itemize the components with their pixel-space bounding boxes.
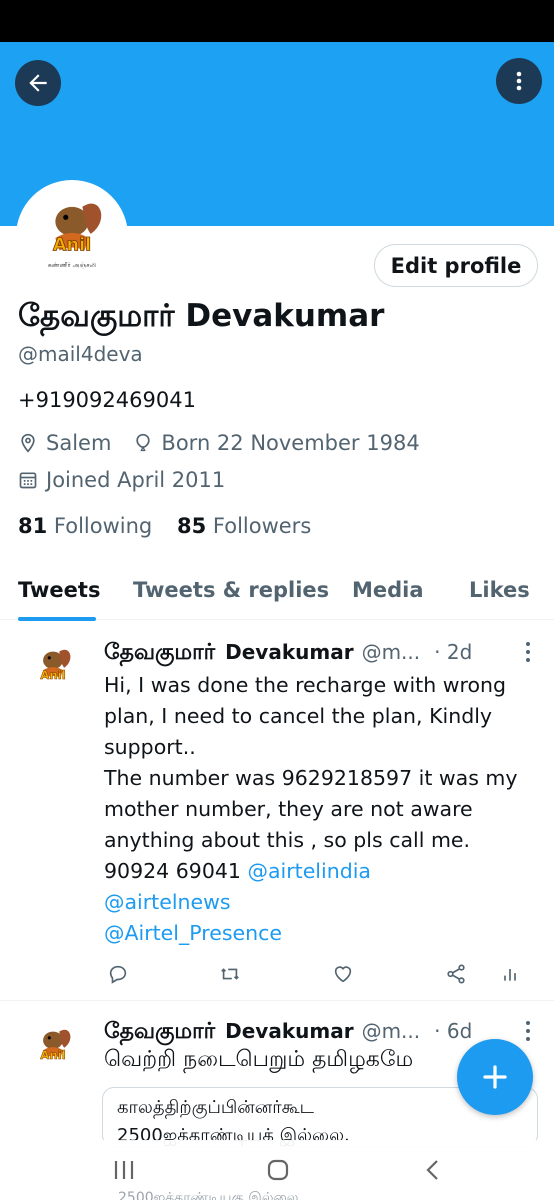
retweet-button[interactable] (216, 960, 244, 988)
tweet-actions (104, 960, 524, 990)
profile-joined-date: Joined April 2011 (46, 468, 226, 492)
tab-tweets[interactable]: Tweets (18, 578, 100, 602)
share-button[interactable] (442, 960, 470, 988)
reply-icon (109, 965, 127, 984)
tweet-avatar[interactable]: Anil (20, 636, 86, 702)
profile-handle: @mail4deva (18, 342, 143, 366)
mention-link[interactable]: @Airtel_Presence (104, 921, 282, 945)
mention-link[interactable]: @airtelnews (104, 890, 231, 914)
tweet-more-button[interactable] (522, 642, 534, 662)
tweet-author-handle: @m... (361, 1019, 421, 1043)
tweet-timestamp: · 2d (434, 640, 473, 664)
edit-profile-button[interactable]: Edit profile (374, 244, 538, 287)
status-bar (0, 0, 554, 42)
retweet-icon (221, 968, 239, 980)
profile-tabs: Tweets Tweets & replies Media Likes (0, 566, 554, 621)
tweet-author-name[interactable]: Devakumar (225, 640, 353, 664)
tab-media[interactable]: Media (352, 578, 424, 602)
following-label: Following (53, 514, 153, 538)
analytics-icon (504, 969, 516, 981)
follow-stats: 81 Following 85 Followers (18, 514, 311, 538)
obscured-text: 2500ஜக்காண்டியகு இல்லை. (118, 1190, 303, 1200)
tweet-author-name-tamil[interactable]: தேவகுமார் (104, 1019, 215, 1047)
compose-tweet-button[interactable] (457, 1039, 533, 1115)
svg-text:Anil: Anil (40, 1048, 66, 1062)
plus-icon (483, 1065, 507, 1089)
system-back-button[interactable] (417, 1154, 449, 1186)
tweet-timestamp: · 6d (434, 1019, 473, 1043)
more-vertical-icon (516, 71, 522, 91)
tweet-more-button[interactable] (522, 1021, 534, 1041)
tweet-author-handle: @m... (361, 640, 421, 664)
recent-apps-icon (114, 1161, 134, 1179)
chevron-left-icon (426, 1160, 438, 1180)
svg-text:Anil: Anil (40, 668, 66, 682)
tweet-author-name[interactable]: Devakumar (225, 1019, 353, 1043)
following-link[interactable]: 81 Following (18, 514, 152, 538)
reply-button[interactable] (104, 960, 132, 988)
calendar-icon (19, 472, 37, 489)
tweet-avatar[interactable]: Anil (20, 1016, 86, 1082)
tweet-text: Hi, I was done the recharge with wrong p… (104, 670, 534, 949)
profile-display-name: தேவகுமார் Devakumar (18, 298, 385, 334)
tweet-header: தேவகுமார் Devakumar @m... · 2d (104, 640, 514, 668)
tweet-header: தேவகுமார் Devakumar @m... · 6d (104, 1019, 514, 1047)
following-count: 81 (18, 514, 48, 538)
squirrel-logo-icon: Anil (40, 649, 71, 682)
svg-text:கண்ணீர் அஞ்சலி: கண்ணீர் அஞ்சலி (48, 262, 96, 269)
like-button[interactable] (329, 960, 357, 988)
home-button[interactable] (262, 1154, 294, 1186)
recent-apps-button[interactable] (108, 1154, 140, 1186)
followers-link[interactable]: 85 Followers (177, 514, 311, 538)
tweet-text: வெற்றி நடைபெறும் தமிழகமே (104, 1047, 414, 1072)
mention-link[interactable]: @airtelindia (247, 859, 371, 883)
tweet-author-name-tamil[interactable]: தேவகுமார் (104, 640, 215, 668)
tweet-body-text: Hi, I was done the recharge with wrong p… (104, 673, 518, 883)
location-pin-icon (21, 433, 35, 453)
squirrel-logo-icon: Anil (40, 1029, 71, 1062)
squirrel-logo-icon: Anil கண்ணீர் அஞ்சலி (48, 203, 102, 269)
followers-label: Followers (212, 514, 312, 538)
profile-location: Salem (46, 431, 112, 455)
heart-icon (334, 966, 352, 983)
followers-count: 85 (176, 514, 207, 538)
profile-bio: +919092469041 (18, 388, 196, 412)
profile-meta-joined-row: Joined April 2011 (18, 468, 225, 492)
profile-birthday: Born 22 November 1984 (161, 431, 420, 455)
quoted-text-line: காலத்திற்குப்பின்னர்கூட (117, 1097, 314, 1118)
tab-likes[interactable]: Likes (469, 578, 530, 602)
analytics-button[interactable] (496, 960, 524, 988)
home-icon (267, 1159, 289, 1181)
arrow-left-icon (29, 74, 47, 92)
back-button[interactable] (15, 60, 61, 106)
profile-avatar[interactable]: Anil கண்ணீர் அஞ்சலி (16, 180, 128, 292)
share-icon (447, 964, 465, 984)
svg-text:Anil: Anil (53, 236, 91, 256)
tab-tweets-and-replies[interactable]: Tweets & replies (133, 578, 329, 602)
balloon-icon (136, 433, 151, 452)
more-options-button[interactable] (496, 58, 542, 104)
profile-meta-location-row: Salem Born 22 November 1984 (18, 431, 420, 455)
